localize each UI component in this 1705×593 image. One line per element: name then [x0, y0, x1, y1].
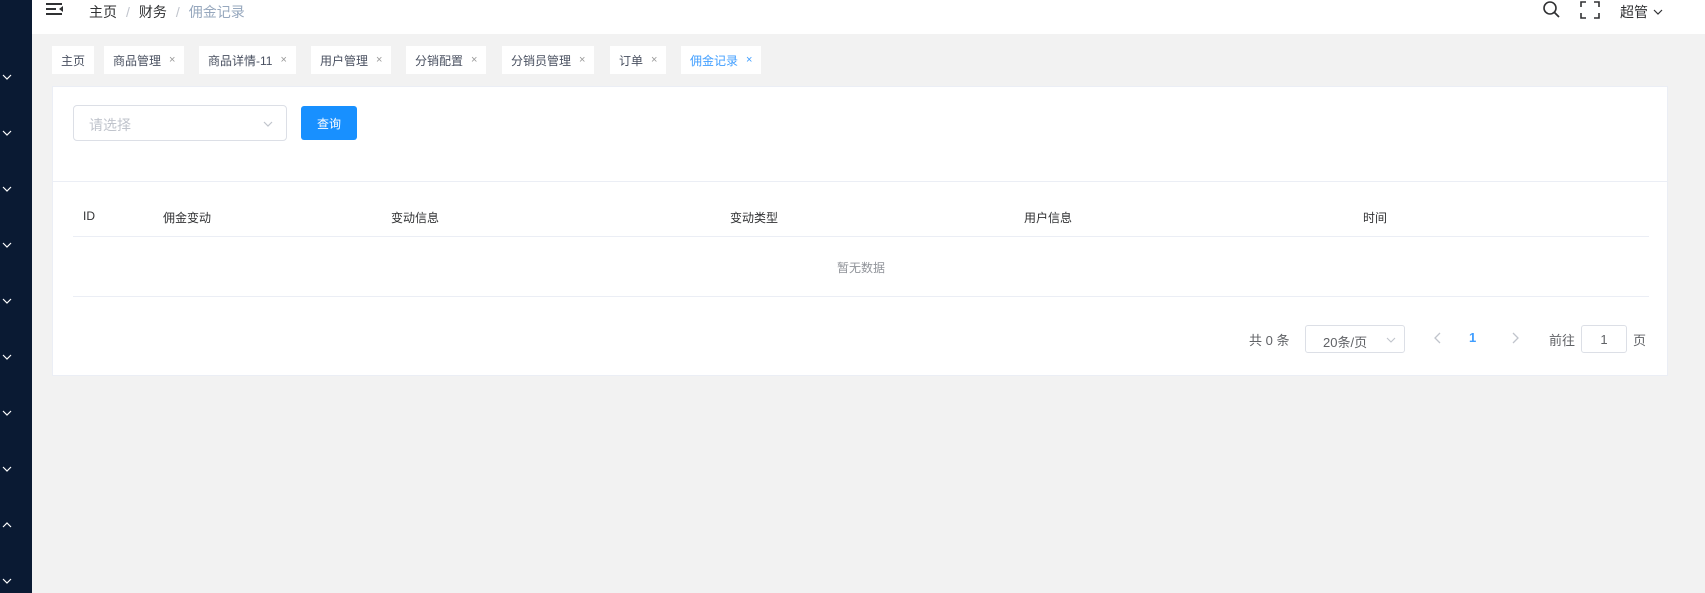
breadcrumb-item-finance[interactable]: 财务 [139, 2, 167, 22]
close-icon[interactable]: × [376, 54, 382, 66]
column-header-user-info: 用户信息 [1024, 211, 1073, 225]
chevron-down-icon[interactable] [0, 294, 14, 308]
chevron-down-icon[interactable] [0, 406, 14, 420]
tag-label: 订单 [619, 53, 644, 68]
close-icon[interactable]: × [169, 54, 175, 66]
tag-label: 分销配置 [415, 53, 464, 68]
column-header-id: ID [83, 209, 95, 223]
chevron-down-icon[interactable] [0, 462, 14, 476]
menu-fold-icon[interactable] [46, 2, 64, 18]
tag-distribution-config[interactable]: 分销配置 × [406, 46, 487, 74]
main-card: 请选择 查询 ID 佣金变动 变动信息 变动类型 用户信息 时间 暂无数据 共 … [52, 86, 1668, 376]
chevron-down-icon[interactable] [0, 182, 14, 196]
page-size-value: 20条/页 [1323, 335, 1368, 350]
breadcrumb: 主页 / 财务 / 佣金记录 [89, 2, 245, 22]
chevron-left-icon [1434, 332, 1441, 344]
goto-page-input[interactable] [1581, 325, 1627, 353]
close-icon[interactable]: × [280, 54, 286, 66]
chevron-down-icon[interactable] [0, 238, 14, 252]
chevron-down-icon [1653, 9, 1663, 15]
chevron-down-icon [1386, 337, 1396, 343]
sidebar [0, 0, 32, 593]
tag-goods-detail[interactable]: 商品详情-11 × [199, 46, 296, 74]
page-suffix: 页 [1633, 333, 1647, 348]
close-icon[interactable]: × [746, 54, 752, 66]
tag-commission-records[interactable]: 佣金记录 × [681, 46, 762, 74]
select-placeholder: 请选择 [89, 117, 131, 133]
table-header: ID 佣金变动 变动信息 变动类型 用户信息 时间 [73, 193, 1649, 237]
scrollbar[interactable] [1686, 80, 1705, 593]
close-icon[interactable]: × [579, 54, 585, 66]
pagination: 共 0 条 20条/页 1 前往 页 [53, 325, 1667, 353]
tag-label: 商品详情-11 [208, 53, 273, 68]
tag-home[interactable]: 主页 [52, 46, 95, 74]
tags-view: 主页 商品管理 × 商品详情-11 × 用户管理 × 分销配置 × 分销员管理 × 订单 ×… [32, 34, 1705, 80]
user-menu[interactable]: 超管 [1620, 2, 1664, 22]
commission-table: ID 佣金变动 变动信息 变动类型 用户信息 时间 暂无数据 [73, 193, 1649, 297]
chevron-up-icon[interactable] [0, 518, 14, 532]
tag-goods-management[interactable]: 商品管理 × [104, 46, 185, 74]
chevron-down-icon[interactable] [0, 574, 14, 588]
goto-label: 前往 [1549, 333, 1576, 348]
empty-text: 暂无数据 [836, 261, 885, 275]
column-header-change-type: 变动类型 [730, 211, 779, 225]
chevron-down-icon [263, 121, 273, 127]
chevron-down-icon[interactable] [0, 70, 14, 84]
breadcrumb-item-home[interactable]: 主页 [89, 2, 117, 22]
tag-orders[interactable]: 订单 × [610, 46, 667, 74]
divider [53, 181, 1667, 182]
next-page-button[interactable] [1508, 331, 1522, 345]
prev-page-button[interactable] [1431, 331, 1445, 345]
breadcrumb-item-current: 佣金记录 [188, 4, 245, 20]
chevron-right-icon [1512, 332, 1519, 344]
search-icon[interactable] [1542, 0, 1562, 20]
breadcrumb-separator: / [126, 4, 130, 20]
column-header-change-info: 变动信息 [391, 211, 440, 225]
column-header-commission-change: 佣金变动 [163, 211, 212, 225]
tag-label: 分销员管理 [511, 53, 572, 68]
user-name: 超管 [1620, 4, 1648, 20]
close-icon[interactable]: × [471, 54, 477, 66]
breadcrumb-separator: / [175, 4, 180, 20]
tag-label: 佣金记录 [690, 53, 739, 68]
query-button[interactable]: 查询 [301, 106, 357, 140]
page-number[interactable]: 1 [1469, 330, 1476, 345]
type-select[interactable]: 请选择 [73, 105, 287, 141]
chevron-down-icon[interactable] [0, 126, 14, 140]
tag-label: 主页 [61, 53, 86, 68]
chevron-down-icon[interactable] [0, 350, 14, 364]
fullscreen-icon[interactable] [1580, 1, 1600, 19]
tag-label: 商品管理 [113, 53, 162, 68]
pagination-total: 共 0 条 [1249, 333, 1290, 348]
tag-label: 用户管理 [320, 53, 369, 68]
close-icon[interactable]: × [651, 54, 657, 66]
table-empty-row: 暂无数据 [73, 237, 1649, 297]
tag-user-management[interactable]: 用户管理 × [311, 46, 392, 74]
column-header-time: 时间 [1363, 211, 1388, 225]
page-size-select[interactable]: 20条/页 [1305, 325, 1405, 353]
tag-distributor-management[interactable]: 分销员管理 × [502, 46, 595, 74]
top-navbar: 主页 / 财务 / 佣金记录 超管 [32, 0, 1705, 34]
